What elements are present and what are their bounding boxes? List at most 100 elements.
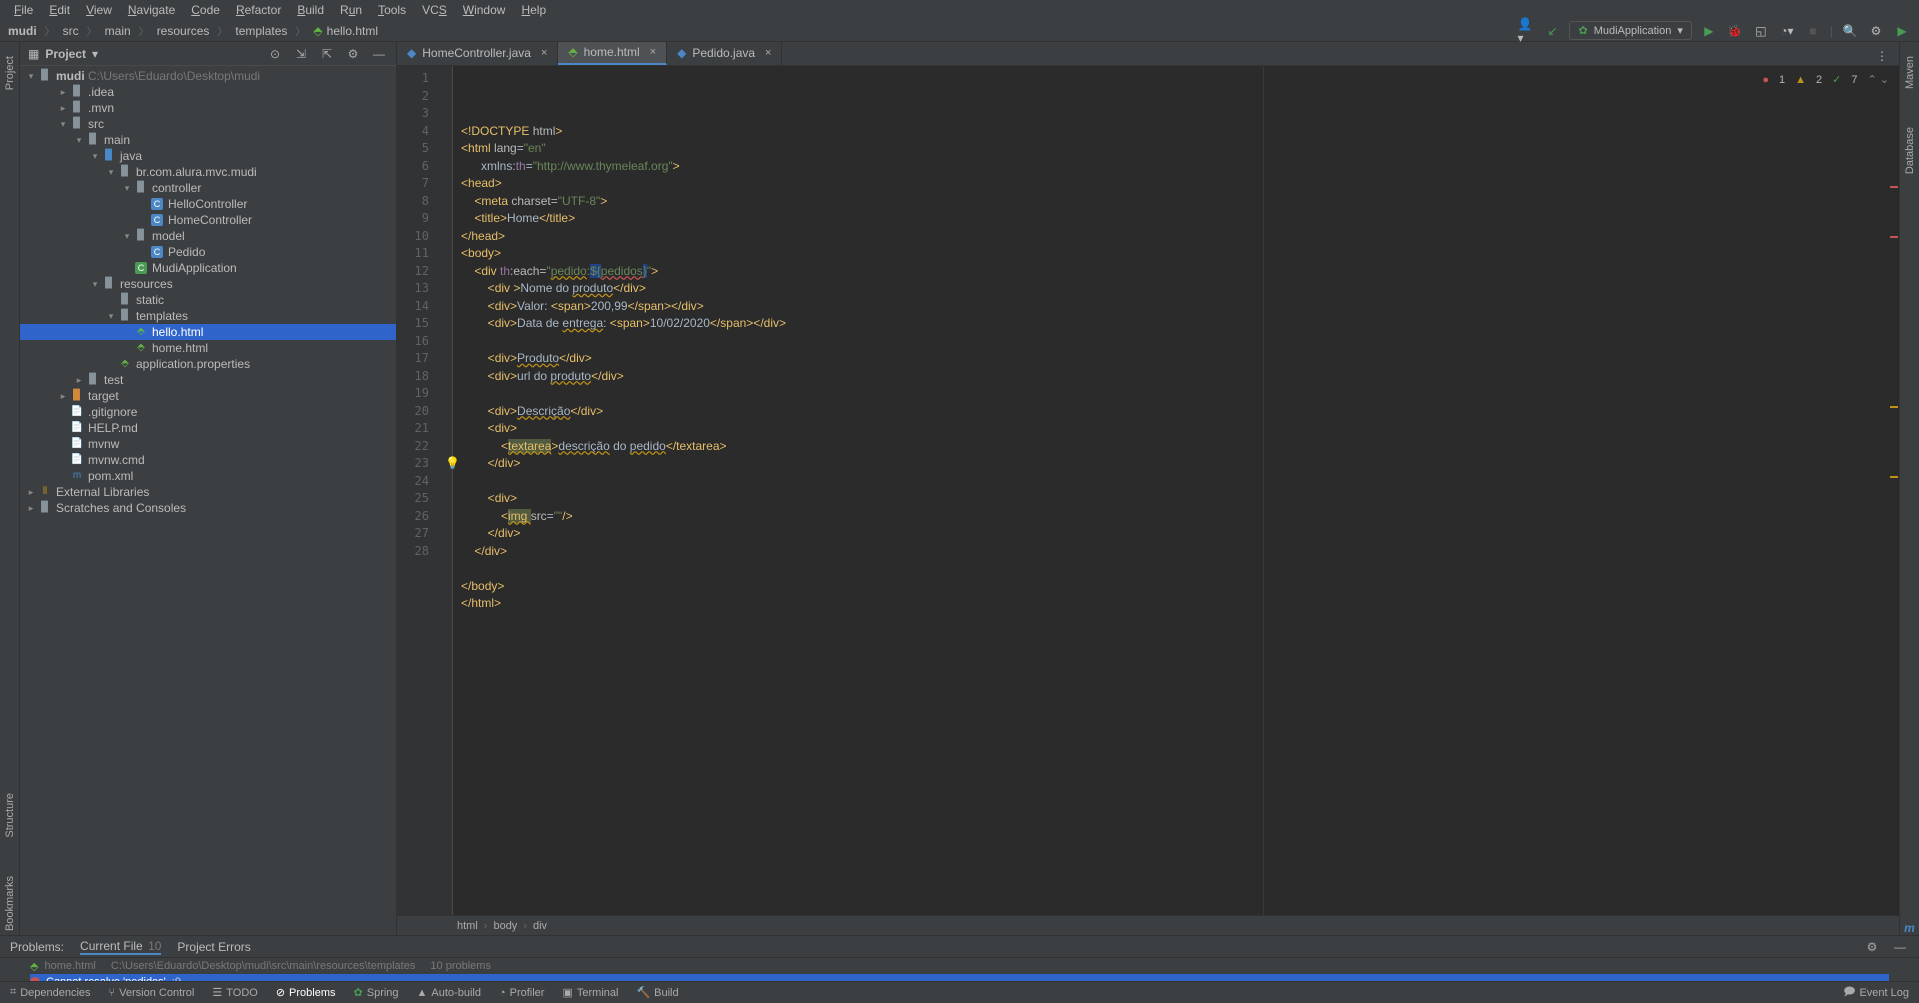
select-opened-icon[interactable]: ⊙ — [266, 45, 284, 63]
menu-view[interactable]: View — [80, 1, 118, 19]
tree-static[interactable]: ▉static — [20, 292, 396, 308]
tree-mvnw[interactable]: 📄mvnw — [20, 436, 396, 452]
tool-project[interactable]: Project — [4, 52, 16, 94]
menu-run[interactable]: Run — [334, 1, 368, 19]
tree-pkg[interactable]: ▾▉br.com.alura.mvc.mudi — [20, 164, 396, 180]
tree-templates[interactable]: ▾▉templates — [20, 308, 396, 324]
search-everywhere-icon[interactable]: 🔍 — [1841, 22, 1859, 40]
tab-pedido[interactable]: ◆Pedido.java× — [667, 42, 782, 65]
tree-pedido[interactable]: CPedido — [20, 244, 396, 260]
hide-panel-icon[interactable]: — — [370, 45, 388, 63]
panel-settings-icon[interactable]: ⚙ — [344, 45, 362, 63]
menu-file[interactable]: File — [8, 1, 39, 19]
profile-button[interactable]: ◔▾ — [1778, 22, 1796, 40]
tree-hellohtml[interactable]: ⬘hello.html — [20, 324, 396, 340]
chevron-down-icon[interactable]: ▾ — [92, 47, 98, 61]
tab-homehtml[interactable]: ⬘home.html× — [558, 42, 667, 65]
tree-root[interactable]: ▾▉mudi C:\Users\Eduardo\Desktop\mudi — [20, 68, 396, 84]
tab-homecontroller[interactable]: ◆HomeController.java× — [397, 42, 558, 65]
run-button[interactable]: ▶ — [1700, 22, 1718, 40]
menu-navigate[interactable]: Navigate — [122, 1, 181, 19]
editor-body[interactable]: 1234567891011121314151617181920212223242… — [397, 66, 1899, 915]
tool-database[interactable]: Database — [1904, 123, 1916, 178]
tree-homecontroller[interactable]: CHomeController — [20, 212, 396, 228]
problems-projecterrors-tab[interactable]: Project Errors — [177, 940, 250, 954]
code-editor[interactable]: ●1▲2✓7⌃ ⌄ <!DOCTYPE html> <html lang="en… — [453, 66, 1899, 915]
fold-gutter[interactable] — [439, 66, 453, 915]
inspection-widget[interactable]: ●1▲2✓7⌃ ⌄ — [1762, 72, 1889, 90]
bottom-spring[interactable]: ✿Spring — [354, 986, 399, 999]
crumb-3[interactable]: resources — [157, 24, 210, 38]
tree-java[interactable]: ▾▉java — [20, 148, 396, 164]
tree-resources[interactable]: ▾▉resources — [20, 276, 396, 292]
close-icon[interactable]: × — [541, 47, 547, 59]
close-icon[interactable]: × — [765, 47, 771, 59]
stop-button[interactable]: ■ — [1804, 22, 1822, 40]
crumb-4[interactable]: templates — [235, 24, 287, 38]
tree-idea[interactable]: ▸▉.idea — [20, 84, 396, 100]
tree-mudiapp[interactable]: CMudiApplication — [20, 260, 396, 276]
bottom-profiler[interactable]: ◔Profiler — [499, 987, 545, 999]
tree-appprops[interactable]: ⬘application.properties — [20, 356, 396, 372]
menu-refactor[interactable]: Refactor — [230, 1, 287, 19]
tree-helpmd[interactable]: 📄HELP.md — [20, 420, 396, 436]
vcs-update-icon[interactable]: ↙ — [1543, 22, 1561, 40]
crumb-5[interactable]: hello.html — [327, 24, 378, 38]
tree-extlib[interactable]: ▸⫴External Libraries — [20, 484, 396, 500]
crumb-2[interactable]: main — [105, 24, 131, 38]
tree-target[interactable]: ▸▉target — [20, 388, 396, 404]
bottom-eventlog[interactable]: 🗩Event Log — [1843, 983, 1909, 1002]
tree-src[interactable]: ▾▉src — [20, 116, 396, 132]
problem-file-row[interactable]: ⬘home.html C:\Users\Eduardo\Desktop\mudi… — [30, 958, 1889, 974]
run-config-selector[interactable]: ✿ MudiApplication ▾ — [1569, 21, 1691, 40]
tree-main[interactable]: ▾▉main — [20, 132, 396, 148]
bottom-vcs[interactable]: ⑂Version Control — [109, 987, 195, 999]
user-icon[interactable]: 👤▾ — [1517, 22, 1535, 40]
error-stripe[interactable] — [1887, 66, 1899, 915]
menu-build[interactable]: Build — [291, 1, 330, 19]
hide-panel-icon[interactable]: — — [1891, 938, 1909, 956]
tree-model[interactable]: ▾▉model — [20, 228, 396, 244]
menu-vcs[interactable]: VCS — [416, 1, 453, 19]
tool-structure[interactable]: Structure — [4, 789, 16, 842]
tree-hellocontroller[interactable]: CHelloController — [20, 196, 396, 212]
ide-status-icon[interactable]: ▶ — [1893, 22, 1911, 40]
problems-settings-icon[interactable]: ⚙ — [1863, 938, 1881, 956]
tree-controller[interactable]: ▾▉controller — [20, 180, 396, 196]
tree-mvn[interactable]: ▸▉.mvn — [20, 100, 396, 116]
ecrumb-1[interactable]: body — [493, 920, 517, 932]
tree-pomxml[interactable]: mpom.xml — [20, 468, 396, 484]
problems-currentfile-tab[interactable]: Current File 10 — [80, 939, 161, 955]
tab-options-icon[interactable]: ⋮ — [1873, 47, 1891, 65]
bottom-terminal[interactable]: ▣Terminal — [562, 986, 618, 999]
intention-bulb-icon[interactable]: 💡 — [445, 455, 457, 467]
ecrumb-0[interactable]: html — [457, 920, 478, 932]
problem-row-selected[interactable]: Cannot resolve 'pedidos':9 — [30, 974, 1889, 981]
expand-all-icon[interactable]: ⇲ — [292, 45, 310, 63]
menu-window[interactable]: Window — [457, 1, 512, 19]
tree-homehtml[interactable]: ⬘home.html — [20, 340, 396, 356]
close-icon[interactable]: × — [650, 46, 656, 58]
settings-icon[interactable]: ⚙ — [1867, 22, 1885, 40]
crumb-1[interactable]: src — [63, 24, 79, 38]
debug-button[interactable]: 🐞 — [1726, 22, 1744, 40]
menu-edit[interactable]: Edit — [43, 1, 76, 19]
bottom-problems[interactable]: ⊘Problems — [276, 986, 336, 999]
coverage-button[interactable]: ◱ — [1752, 22, 1770, 40]
tree-scratches[interactable]: ▸▉Scratches and Consoles — [20, 500, 396, 516]
menu-tools[interactable]: Tools — [372, 1, 412, 19]
tool-m[interactable]: m — [1904, 921, 1915, 935]
tree-mvnwcmd[interactable]: 📄mvnw.cmd — [20, 452, 396, 468]
bottom-build[interactable]: 🔨Build — [636, 986, 678, 999]
ecrumb-2[interactable]: div — [533, 920, 547, 932]
bottom-dependencies[interactable]: ⌗Dependencies — [10, 986, 91, 999]
tree-test[interactable]: ▸▉test — [20, 372, 396, 388]
bottom-autobuild[interactable]: ▲Auto-build — [417, 987, 481, 999]
tool-bookmarks[interactable]: Bookmarks — [4, 872, 16, 935]
crumb-0[interactable]: mudi — [8, 24, 37, 38]
bottom-todo[interactable]: ☰TODO — [212, 986, 257, 999]
menu-help[interactable]: Help — [515, 1, 552, 19]
tool-maven[interactable]: Maven — [1904, 52, 1916, 93]
menu-code[interactable]: Code — [185, 1, 226, 19]
project-tree[interactable]: ▾▉mudi C:\Users\Eduardo\Desktop\mudi ▸▉.… — [20, 66, 396, 935]
